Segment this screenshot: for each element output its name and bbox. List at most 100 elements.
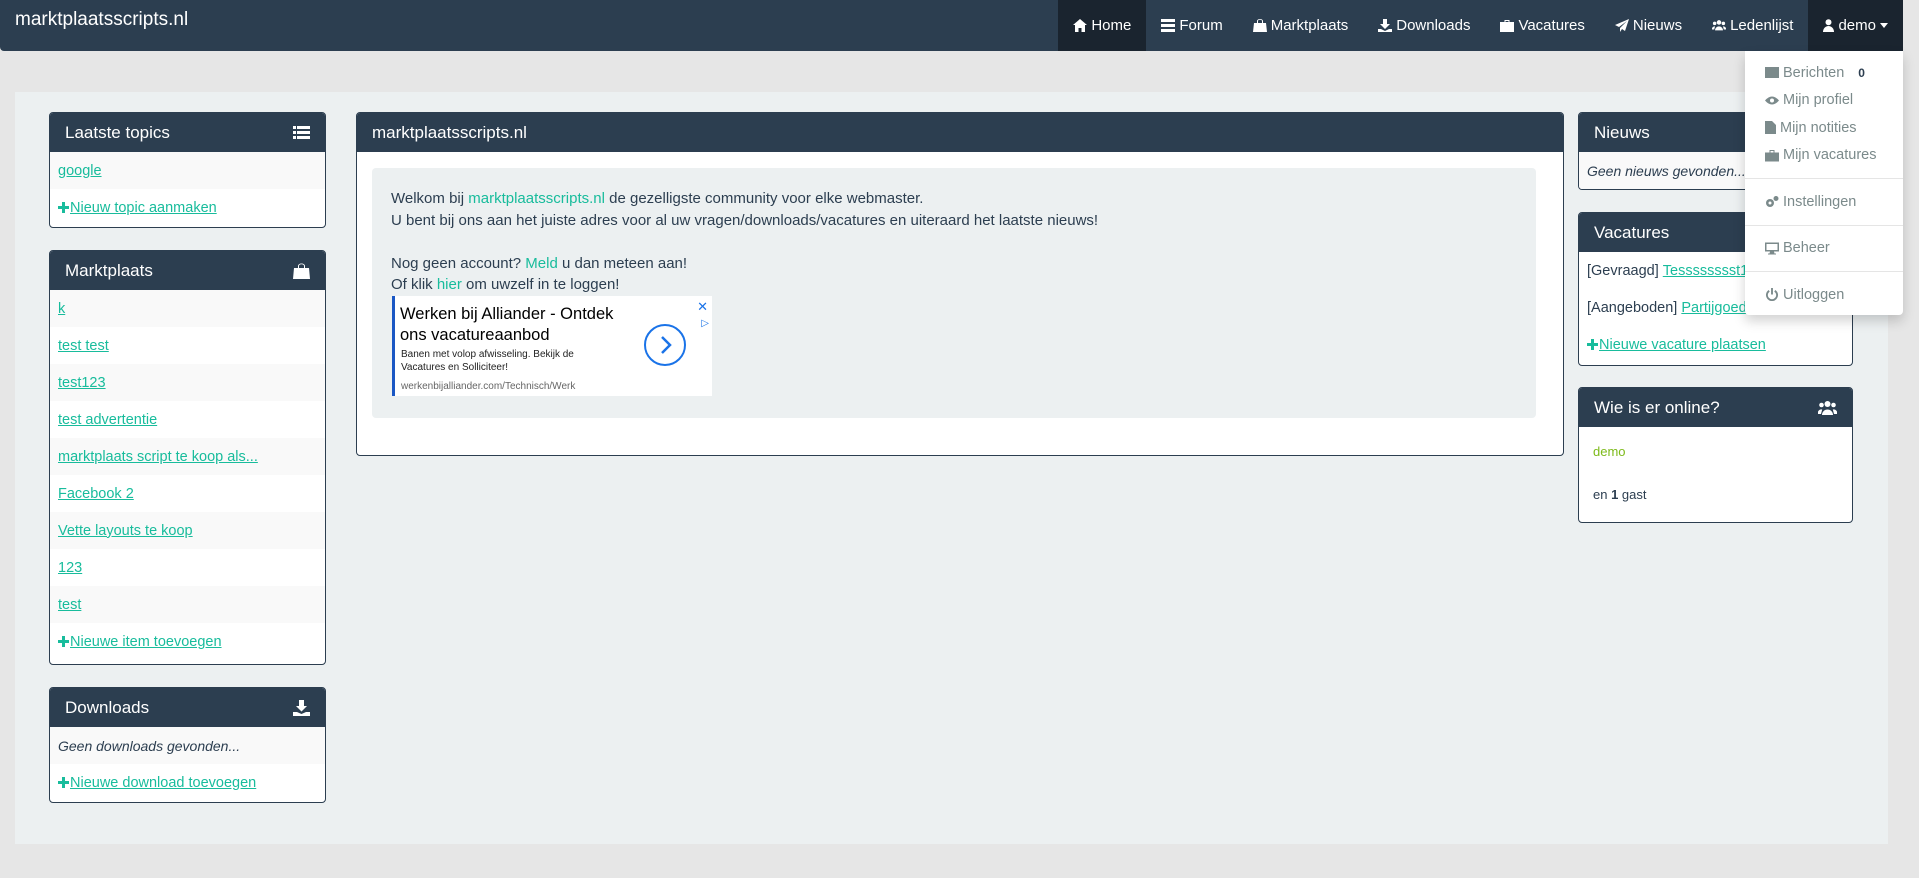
menu-divider [1745, 178, 1903, 179]
briefcase-icon [1500, 20, 1515, 32]
menu-berichten[interactable]: Berichten 0 [1745, 59, 1903, 87]
marktplaats-item-link[interactable]: k [58, 301, 65, 317]
nav-home[interactable]: Home [1058, 0, 1147, 51]
welcome-well: Welkom bij marktplaatsscripts.nl de geze… [372, 168, 1536, 418]
online-title: Wie is er online? [1594, 397, 1720, 417]
online-user[interactable]: demo [1593, 444, 1626, 459]
list-icon [293, 125, 310, 139]
nav-vacatures-label: Vacatures [1518, 17, 1585, 34]
vacatures-title: Vacatures [1594, 222, 1670, 242]
shopping-bag-icon [293, 263, 310, 279]
nav-ledenlijst[interactable]: Ledenlijst [1697, 0, 1808, 51]
topic-item: google [50, 152, 325, 189]
welcome-line: Welkom bij marktplaatsscripts.nl de geze… [391, 188, 1517, 210]
downloads-title: Downloads [65, 697, 150, 717]
marktplaats-item: Facebook 2 [50, 475, 325, 512]
nav-vacatures[interactable]: Vacatures [1485, 0, 1599, 51]
menu-profiel-label: Mijn profiel [1783, 92, 1854, 109]
welcome-title: marktplaatsscripts.nl [372, 122, 527, 142]
users-icon [1712, 20, 1727, 31]
marktplaats-item: test [50, 586, 325, 623]
downloads-panel: Downloads Geen downloads gevonden... Nie… [49, 687, 326, 803]
menu-notities[interactable]: Mijn notities [1745, 114, 1903, 142]
login-link[interactable]: hier [437, 276, 462, 293]
adchoices-icon[interactable]: ▷ [701, 313, 709, 335]
marktplaats-item-link[interactable]: test [58, 597, 81, 613]
marktplaats-item: test advertentie [50, 401, 325, 438]
menu-instellingen-label: Instellingen [1783, 193, 1857, 210]
add-topic-row: Nieuw topic aanmaken [50, 189, 325, 226]
nav-marktplaats-label: Marktplaats [1270, 17, 1349, 34]
nieuws-title: Nieuws [1594, 122, 1650, 142]
online-guests: en 1 gast [1593, 487, 1647, 502]
menu-uitloggen[interactable]: Uitloggen [1745, 281, 1903, 309]
shopping-bag-icon [1252, 19, 1267, 32]
guest-text: en [1593, 487, 1612, 502]
add-download-link[interactable]: Nieuwe download toevoegen [70, 775, 256, 791]
vacature-link[interactable]: Tesssssssst1 [1663, 263, 1748, 279]
marktplaats-item-link[interactable]: marktplaats script te koop als... [58, 449, 258, 465]
vacature-link[interactable]: Partijgoed [1681, 300, 1746, 316]
marktplaats-item-link[interactable]: test123 [58, 375, 106, 391]
menu-beheer-label: Beheer [1783, 240, 1830, 257]
add-topic-link[interactable]: Nieuw topic aanmaken [70, 200, 217, 216]
topic-link[interactable]: google [58, 163, 102, 179]
guest-text: gast [1618, 487, 1647, 502]
menu-profiel[interactable]: Mijn profiel [1745, 87, 1903, 115]
downloads-empty: Geen downloads gevonden... [50, 727, 325, 764]
register-text: u dan meteen aan! [557, 254, 688, 272]
nav-downloads-label: Downloads [1396, 17, 1471, 34]
ad-arrow-button[interactable] [644, 324, 686, 366]
nav-forum[interactable]: Forum [1146, 0, 1237, 51]
eye-icon [1765, 96, 1779, 105]
menu-vacatures-label: Mijn vacatures [1783, 147, 1877, 164]
chevron-right-icon [661, 336, 672, 354]
add-marktplaats-link[interactable]: Nieuwe item toevoegen [70, 634, 222, 650]
marktplaats-item-link[interactable]: test advertentie [58, 412, 157, 428]
intro-line: U bent bij ons aan het juiste adres voor… [391, 211, 1099, 229]
desktop-icon [1765, 242, 1779, 255]
ad-banner[interactable]: Werken bij Alliander - Ontdek ons vacatu… [392, 296, 712, 396]
nav-ledenlijst-label: Ledenlijst [1730, 17, 1794, 34]
add-vacature-link[interactable]: Nieuwe vacature plaatsen [1599, 337, 1766, 353]
nav-marktplaats[interactable]: Marktplaats [1238, 0, 1364, 51]
marktplaats-title: Marktplaats [65, 260, 153, 280]
nav-downloads[interactable]: Downloads [1363, 0, 1485, 51]
download-icon [293, 699, 310, 716]
site-link[interactable]: marktplaatsscripts.nl [468, 190, 605, 207]
ad-description: Banen met volop afwisseling. Bekijk de V… [401, 349, 574, 373]
login-text: om uwzelf in te loggen! [461, 276, 620, 293]
marktplaats-panel-header: Marktplaats [50, 251, 325, 290]
register-link[interactable]: Meld [525, 255, 558, 272]
marktplaats-item: 123 [50, 549, 325, 586]
login-line: Of klik hier om uwzelf in te loggen! [391, 274, 1517, 296]
marktplaats-item-link[interactable]: Vette layouts te koop [58, 523, 193, 539]
vacature-type: [Gevraagd] [1587, 262, 1663, 279]
login-text: Of klik [391, 276, 437, 293]
file-icon [1765, 121, 1776, 135]
brand-link[interactable]: marktplaatsscripts.nl [15, 9, 188, 31]
menu-berichten-label: Berichten [1783, 64, 1845, 81]
download-icon [1378, 19, 1393, 32]
menu-uitloggen-label: Uitloggen [1783, 286, 1845, 303]
nav-forum-label: Forum [1179, 17, 1223, 34]
downloads-panel-header: Downloads [50, 688, 325, 727]
user-menu-toggle[interactable]: demo [1808, 0, 1903, 51]
marktplaats-item-link[interactable]: Facebook 2 [58, 486, 134, 502]
ad-title[interactable]: Werken bij Alliander - Ontdek ons vacatu… [400, 304, 640, 346]
welcome-text: Welkom bij [391, 190, 469, 207]
plus-icon [58, 636, 69, 647]
menu-vacatures[interactable]: Mijn vacatures [1745, 142, 1903, 170]
menu-notities-label: Mijn notities [1780, 119, 1857, 136]
user-icon [1823, 19, 1835, 32]
marktplaats-item-link[interactable]: test test [58, 338, 109, 354]
welcome-panel: marktplaatsscripts.nl Welkom bij marktpl… [356, 112, 1564, 456]
envelope-icon [1765, 67, 1779, 79]
briefcase-icon [1765, 149, 1779, 162]
menu-instellingen[interactable]: Instellingen [1745, 188, 1903, 216]
welcome-panel-header: marktplaatsscripts.nl [357, 113, 1563, 152]
nav-nieuws[interactable]: Nieuws [1600, 0, 1697, 51]
topics-title: Laatste topics [65, 122, 170, 142]
menu-beheer[interactable]: Beheer [1745, 235, 1903, 263]
marktplaats-item-link[interactable]: 123 [58, 560, 82, 576]
